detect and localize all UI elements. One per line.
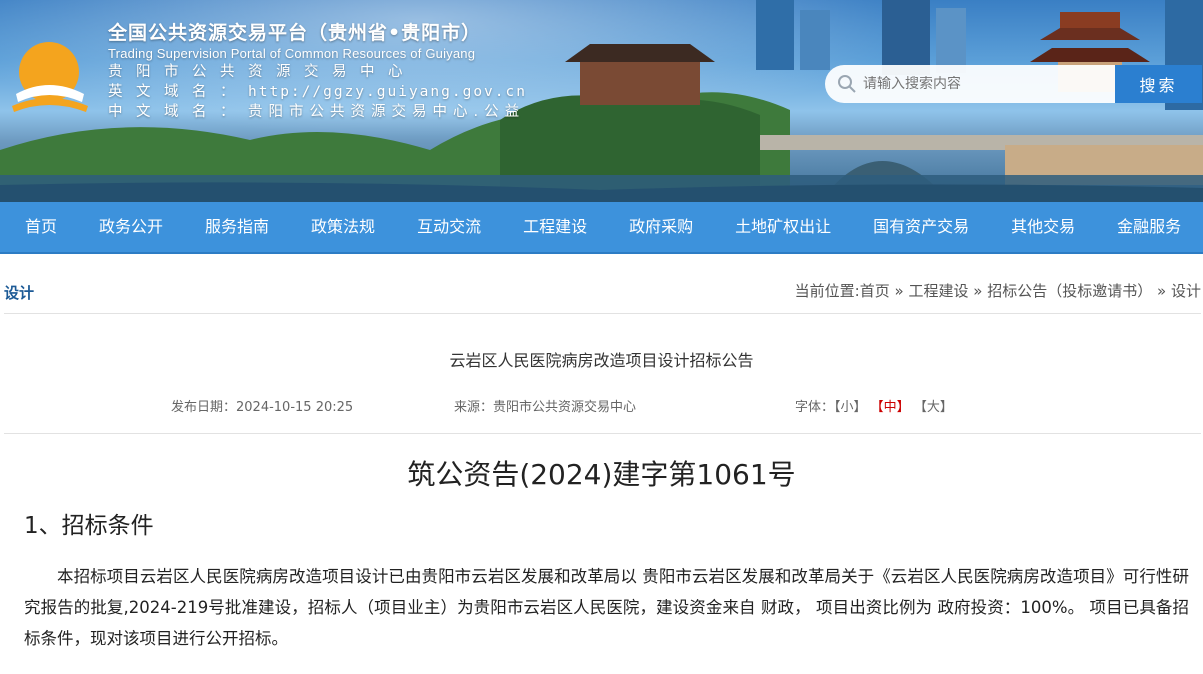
site-subtitle-en: Trading Supervision Portal of Common Res…: [108, 46, 476, 61]
publish-date-value: 2024-10-15 20:25: [236, 400, 354, 415]
font-medium-button[interactable]: 【中】: [871, 400, 910, 415]
article-paragraph: 本招标项目云岩区人民医院病房改造项目设计已由贵阳市云岩区发展和改革局以 贵阳市云…: [24, 567, 1189, 648]
center-name: 贵阳市公共资源交易中心: [108, 64, 416, 80]
en-domain-label: 英文域名：: [108, 84, 248, 100]
nav-item-state-assets[interactable]: 国有资产交易: [873, 201, 969, 253]
section-heading: 1、招标条件: [24, 513, 154, 539]
font-size-label: 字体：: [795, 400, 835, 415]
category-label: 设计: [4, 284, 35, 302]
publish-date: 发布日期：2024-10-15 20:25: [171, 396, 353, 415]
font-small-button[interactable]: 【小】: [834, 400, 867, 415]
source-label: 来源：: [454, 400, 494, 415]
nav-item-policies[interactable]: 政策法规: [311, 201, 375, 253]
cn-domain-line: 中文域名：贵阳市公共资源交易中心.公益: [108, 102, 527, 122]
search-input[interactable]: [863, 76, 1103, 92]
breadcrumb: 当前位置:首页 » 工程建设 » 招标公告（投标邀请书） » 设计: [795, 280, 1201, 301]
main-nav: 首页 政务公开 服务指南 政策法规 互动交流 工程建设 政府采购 土地矿权出让 …: [0, 202, 1203, 254]
nav-item-procurement[interactable]: 政府采购: [629, 201, 693, 253]
document-number: 筑公资告(2024)建字第1061号: [407, 458, 796, 491]
nav-item-interaction[interactable]: 互动交流: [417, 201, 481, 253]
cn-domain-label: 中文域名：: [108, 104, 248, 120]
source: 来源：贵阳市公共资源交易中心: [454, 396, 636, 415]
en-domain-line: 英文域名：http://ggzy.guiyang.gov.cn: [108, 82, 527, 102]
divider: [4, 433, 1201, 434]
nav-item-home[interactable]: 首页: [25, 201, 57, 253]
nav-item-land-mining[interactable]: 土地矿权出让: [735, 201, 831, 253]
breadcrumb-tender-notice[interactable]: 招标公告（投标邀请书）: [987, 282, 1152, 300]
font-large-button[interactable]: 【大】: [914, 400, 953, 415]
nav-item-gov-affairs[interactable]: 政务公开: [99, 201, 163, 253]
breadcrumb-sep: »: [1157, 282, 1167, 300]
breadcrumb-prefix: 当前位置:: [794, 282, 860, 300]
header-banner: 全国公共资源交易平台（贵州省•贵阳市） Trading Supervision …: [0, 0, 1203, 202]
breadcrumb-engineering[interactable]: 工程建设: [908, 282, 968, 300]
breadcrumb-sep: »: [973, 282, 983, 300]
search-field-wrap: [825, 65, 1115, 103]
publish-date-label: 发布日期：: [171, 400, 237, 415]
breadcrumb-design[interactable]: 设计: [1171, 282, 1201, 300]
breadcrumb-sep: »: [894, 282, 904, 300]
cn-domain-value[interactable]: 贵阳市公共资源交易中心.公益: [248, 104, 525, 120]
en-domain-value[interactable]: http://ggzy.guiyang.gov.cn: [248, 84, 527, 100]
article-title: 云岩区人民医院病房改造项目设计招标公告: [449, 351, 754, 370]
brand-block: 全国公共资源交易平台（贵州省•贵阳市） Trading Supervision …: [108, 20, 527, 122]
site-logo: [12, 42, 88, 112]
font-size-switch: 字体：【小】 【中】 【大】: [795, 396, 953, 415]
source-value: 贵阳市公共资源交易中心: [493, 400, 637, 415]
search-icon: [838, 75, 856, 93]
nav-item-engineering[interactable]: 工程建设: [523, 201, 587, 253]
site-title: 全国公共资源交易平台（贵州省•贵阳市）: [108, 22, 482, 44]
divider: [4, 313, 1201, 314]
search-bar: 搜索: [825, 65, 1202, 103]
nav-item-finance[interactable]: 金融服务: [1117, 201, 1181, 253]
breadcrumb-home[interactable]: 首页: [860, 282, 890, 300]
search-button[interactable]: 搜索: [1115, 65, 1202, 103]
nav-item-other-trade[interactable]: 其他交易: [1011, 201, 1075, 253]
nav-item-service-guide[interactable]: 服务指南: [205, 201, 269, 253]
